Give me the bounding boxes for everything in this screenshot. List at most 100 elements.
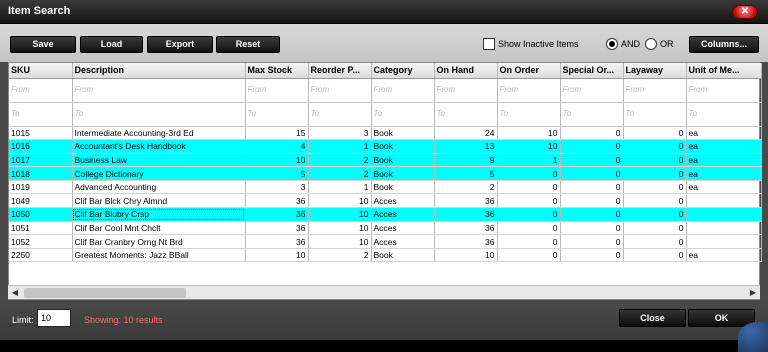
close-window-icon[interactable]: ✕ bbox=[732, 5, 758, 19]
filter-from-row-cell[interactable]: From bbox=[623, 78, 687, 103]
cell-layaway: 0 bbox=[623, 180, 687, 195]
cell-onorder: 0 bbox=[497, 193, 561, 209]
cell-layaway: 0 bbox=[623, 193, 687, 209]
filter-from-row-cell[interactable]: From bbox=[497, 78, 561, 103]
column-header[interactable]: Unit of Me... bbox=[686, 63, 762, 79]
cell-max: 5 bbox=[245, 166, 309, 181]
table-row[interactable]: 1050 Clif Bar Blubry Crsp 36 10 Acces 36 0 0 0 bbox=[9, 207, 762, 222]
cell-onorder: 10 bbox=[497, 139, 561, 154]
cell-sku: 1049 bbox=[9, 193, 73, 209]
and-radio[interactable] bbox=[606, 38, 618, 50]
cell-onhand: 13 bbox=[434, 139, 498, 154]
filter-to-row-cell[interactable]: To bbox=[434, 102, 498, 127]
cell-special: 0 bbox=[560, 166, 624, 181]
cell-desc: Accountant's Desk Handbook bbox=[72, 139, 246, 154]
cell-reorder: 10 bbox=[308, 193, 372, 209]
limit-label: Limit: bbox=[12, 315, 34, 325]
cell-special: 0 bbox=[560, 248, 624, 263]
filter-to-row-cell[interactable]: To bbox=[686, 102, 762, 127]
cell-layaway: 0 bbox=[623, 153, 687, 168]
column-header[interactable]: On Hand bbox=[434, 63, 498, 79]
table-row[interactable]: 1051 Clif Bar Cool Mnt Chclt 36 10 Acces 36 0 0… bbox=[9, 221, 762, 236]
close-button[interactable]: Close bbox=[619, 309, 686, 327]
column-header[interactable]: Max Stock bbox=[245, 63, 309, 79]
cell-max: 36 bbox=[245, 234, 309, 249]
reset-button[interactable]: Reset bbox=[216, 36, 280, 53]
cell-reorder: 10 bbox=[308, 207, 372, 222]
filter-to-row-cell[interactable]: To bbox=[497, 102, 561, 127]
filter-to-row-cell[interactable]: To bbox=[308, 102, 372, 127]
cell-special: 0 bbox=[560, 126, 624, 141]
cell-sku: 1019 bbox=[9, 180, 73, 195]
columns-button[interactable]: Columns... bbox=[689, 36, 759, 53]
table-row[interactable]: 1017 Business Law 10 2 Book 9 1 0 0 ea bbox=[9, 153, 762, 168]
cell-special: 0 bbox=[560, 139, 624, 154]
save-button[interactable]: Save bbox=[10, 36, 76, 53]
horizontal-scrollbar[interactable]: ◀ ▶ bbox=[8, 285, 760, 299]
table-row[interactable]: 2250 Greatest Moments: Jazz BBall 10 2 Book 1… bbox=[9, 248, 762, 263]
cell-desc: Business Law bbox=[72, 153, 246, 168]
filter-from-row-cell[interactable]: From bbox=[9, 78, 73, 103]
filter-from-row-cell[interactable]: From bbox=[560, 78, 624, 103]
filter-to-row-cell[interactable]: To bbox=[623, 102, 687, 127]
show-inactive-label: Show Inactive Items bbox=[498, 39, 579, 49]
and-label: AND bbox=[621, 39, 641, 49]
cell-layaway: 0 bbox=[623, 248, 687, 263]
filter-to-row-cell[interactable]: To bbox=[245, 102, 309, 127]
cell-cat: Book bbox=[371, 166, 435, 181]
cell-cat: Acces bbox=[371, 234, 435, 249]
cell-cat: Book bbox=[371, 180, 435, 195]
cell-cat: Acces bbox=[371, 193, 435, 209]
column-header[interactable]: Category bbox=[371, 63, 435, 79]
table-row[interactable]: 1052 Clif Bar Cranbry Orng Nt Brd 36 10 Acce… bbox=[9, 234, 762, 249]
load-button[interactable]: Load bbox=[80, 36, 143, 53]
scroll-right-icon[interactable]: ▶ bbox=[746, 287, 760, 299]
table-row[interactable]: 1018 College Dictionary 5 2 Book 5 0 0 0 ea bbox=[9, 166, 762, 181]
or-radio[interactable] bbox=[645, 38, 657, 50]
column-header[interactable]: Description bbox=[72, 63, 246, 79]
filter-from-row-cell[interactable]: From bbox=[686, 78, 762, 103]
cell-onhand: 36 bbox=[434, 234, 498, 249]
filter-from-row-cell[interactable]: From bbox=[371, 78, 435, 103]
results-grid: From From From From From From From From From From… bbox=[8, 62, 762, 300]
cell-desc: College Dictionary bbox=[72, 166, 246, 181]
filter-from-row-cell[interactable]: From bbox=[434, 78, 498, 103]
table-row[interactable]: 1049 Clif Bar Blck Chry Almnd 36 10 Acces 36 0… bbox=[9, 193, 762, 209]
scroll-left-icon[interactable]: ◀ bbox=[8, 287, 22, 299]
column-header[interactable]: Layaway bbox=[623, 63, 687, 79]
cell-cat: Book bbox=[371, 248, 435, 263]
cell-reorder: 2 bbox=[308, 166, 372, 181]
show-inactive-checkbox[interactable] bbox=[483, 38, 495, 50]
cell-onorder: 0 bbox=[497, 234, 561, 249]
filter-to-row-cell[interactable]: To bbox=[72, 102, 246, 127]
scrollbar-thumb[interactable] bbox=[24, 288, 186, 298]
cell-max: 36 bbox=[245, 193, 309, 209]
column-header[interactable]: Reorder P... bbox=[308, 63, 372, 79]
or-label: OR bbox=[660, 39, 674, 49]
filter-from-row-cell[interactable]: From bbox=[245, 78, 309, 103]
cell-max: 10 bbox=[245, 153, 309, 168]
cell-reorder: 2 bbox=[308, 248, 372, 263]
table-row[interactable]: 1019 Advanced Accounting 3 1 Book 2 0 0 0 ea bbox=[9, 180, 762, 195]
filter-from-row-cell[interactable]: From bbox=[308, 78, 372, 103]
title-bar: Item Search ✕ bbox=[0, 0, 768, 24]
cell-reorder: 3 bbox=[308, 126, 372, 141]
cell-sku: 1016 bbox=[9, 139, 73, 154]
filter-to-row-cell[interactable]: To bbox=[371, 102, 435, 127]
table-row[interactable]: 1016 Accountant's Desk Handbook 4 1 Book 13 10… bbox=[9, 139, 762, 154]
filter-to-row-cell[interactable]: To bbox=[560, 102, 624, 127]
column-header[interactable]: On Order bbox=[497, 63, 561, 79]
export-button[interactable]: Export bbox=[147, 36, 213, 53]
cell-onhand: 9 bbox=[434, 153, 498, 168]
column-header[interactable]: SKU bbox=[9, 63, 73, 79]
cell-reorder: 1 bbox=[308, 180, 372, 195]
limit-input[interactable] bbox=[37, 309, 71, 327]
cell-unit: ea bbox=[686, 248, 762, 263]
table-row[interactable]: 1015 Intermediate Accounting-3rd Ed 15 3 Boo… bbox=[9, 126, 762, 141]
footer: Limit: Showing: 10 results Close OK bbox=[0, 300, 768, 340]
column-header[interactable]: Special Or... bbox=[560, 63, 624, 79]
cell-desc: Greatest Moments: Jazz BBall bbox=[72, 248, 246, 263]
filter-from-row-cell[interactable]: From bbox=[72, 78, 246, 103]
cell-unit: ea bbox=[686, 126, 762, 141]
filter-to-row-cell[interactable]: To bbox=[9, 102, 73, 127]
